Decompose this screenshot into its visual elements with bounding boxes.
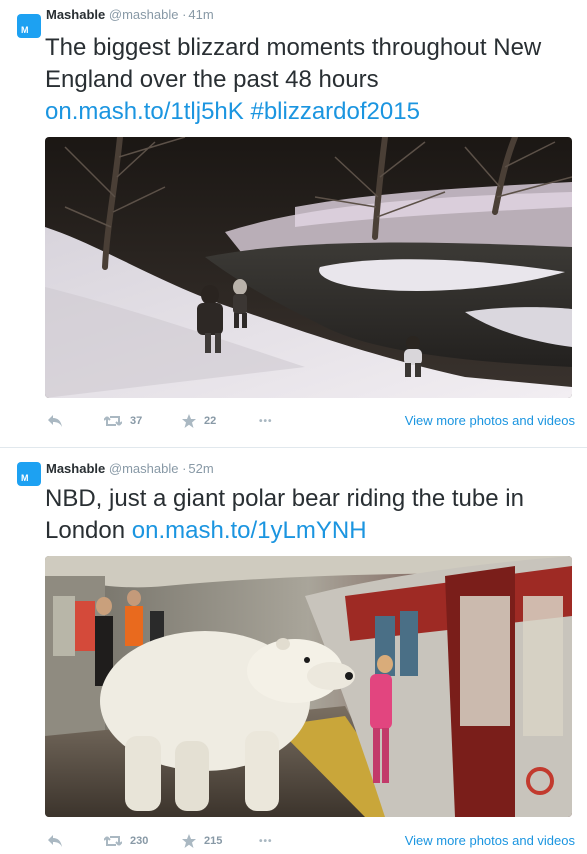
tweet-photo[interactable]	[45, 137, 572, 398]
photo-snow-park	[45, 137, 572, 398]
retweet-icon	[104, 416, 122, 426]
timestamp[interactable]: 52m	[188, 461, 213, 476]
retweet-button[interactable]: 230	[104, 831, 148, 851]
tweet-actions: 37 22 ••• View more photos and videos	[47, 411, 575, 431]
timestamp[interactable]: 41m	[188, 7, 213, 22]
author-handle[interactable]: @mashable	[109, 461, 179, 476]
more-icon: •••	[259, 415, 273, 427]
meta-separator: ·	[182, 461, 187, 476]
more-icon: •••	[259, 835, 273, 847]
tweet-text: NBD, just a giant polar bear riding the …	[45, 483, 575, 547]
retweet-icon	[104, 836, 122, 846]
tweet-header: Mashable @mashable · 52m	[46, 460, 214, 478]
view-more-media-link[interactable]: View more photos and videos	[405, 411, 575, 431]
tweet[interactable]: M Mashable @mashable · 52m NBD, just a gi…	[0, 448, 587, 854]
more-button[interactable]: •••	[259, 411, 273, 431]
tweet-actions: 230 215 ••• View more photos and videos	[47, 831, 575, 851]
retweet-button[interactable]: 37	[104, 411, 142, 431]
reply-button[interactable]	[47, 831, 63, 851]
photo-polar-bear-tube	[45, 556, 572, 817]
more-button[interactable]: •••	[259, 831, 273, 851]
reply-icon	[48, 415, 62, 427]
author-name[interactable]: Mashable	[46, 7, 105, 22]
favorite-icon	[182, 414, 196, 428]
tweet[interactable]: M Mashable @mashable · 41m The biggest bl…	[0, 0, 587, 447]
favorite-icon	[182, 834, 196, 848]
avatar-letter: M	[21, 25, 29, 35]
tweet-text: The biggest blizzard moments throughout …	[45, 32, 575, 128]
tweet-body: The biggest blizzard moments throughout …	[45, 34, 542, 93]
avatar-letter: M	[21, 473, 29, 483]
author-handle[interactable]: @mashable	[109, 7, 179, 22]
avatar[interactable]: M	[17, 14, 41, 38]
meta-separator: ·	[182, 7, 187, 22]
tweet-link[interactable]: on.mash.to/1yLmYNH	[132, 517, 367, 544]
author-name[interactable]: Mashable	[46, 461, 105, 476]
tweet-header: Mashable @mashable · 41m	[46, 6, 214, 24]
avatar[interactable]: M	[17, 462, 41, 486]
favorite-button[interactable]: 22	[182, 411, 216, 431]
favorite-count: 22	[204, 415, 217, 427]
retweet-count: 230	[130, 835, 149, 847]
reply-icon	[48, 835, 62, 847]
retweet-count: 37	[130, 415, 143, 427]
tweet-link[interactable]: on.mash.to/1tlj5hK	[45, 98, 244, 125]
tweet-photo[interactable]	[45, 556, 572, 817]
view-more-media-link[interactable]: View more photos and videos	[405, 831, 575, 851]
favorite-count: 215	[204, 835, 223, 847]
hashtag-link[interactable]: #blizzardof2015	[250, 98, 419, 125]
reply-button[interactable]	[47, 411, 63, 431]
favorite-button[interactable]: 215	[182, 831, 222, 851]
